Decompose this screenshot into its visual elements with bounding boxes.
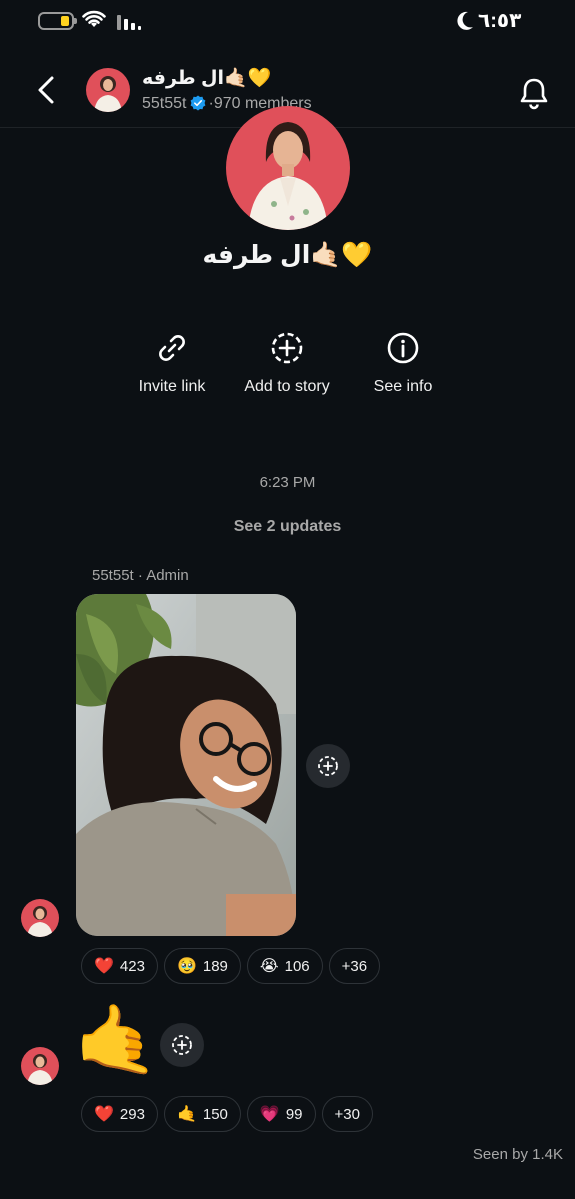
more-reactions-pill[interactable]: +36: [328, 948, 381, 984]
reaction-pill[interactable]: ❤️ 423: [81, 948, 158, 984]
reaction-count: 150: [202, 1105, 228, 1123]
add-story-icon: [271, 332, 303, 364]
reaction-pill[interactable]: ❤️ 293: [81, 1096, 158, 1132]
heart-icon: ❤️: [94, 1106, 114, 1123]
wifi-icon: [82, 10, 106, 27]
link-icon: [159, 335, 185, 361]
reaction-count: +30: [334, 1105, 360, 1123]
bell-icon[interactable]: [514, 74, 554, 114]
back-chevron-icon[interactable]: [30, 72, 66, 108]
share-to-story-button[interactable]: [160, 1023, 204, 1067]
signal-icon: [117, 15, 141, 30]
sender-label: 55t55t · Admin: [92, 567, 189, 584]
channel-name: ال طرفه🤙🏻💛: [202, 241, 373, 269]
channel-handle: 55t55t: [142, 95, 187, 112]
reaction-pill[interactable]: 🤙 150: [163, 1096, 241, 1132]
see-info-button[interactable]: See info: [338, 330, 468, 396]
invite-link-button[interactable]: Invite link: [107, 330, 237, 396]
info-icon: [387, 332, 419, 364]
reaction-count: 99: [285, 1105, 303, 1123]
more-reactions-pill[interactable]: +30: [321, 1096, 373, 1132]
share-to-story-button[interactable]: [306, 744, 350, 788]
add-to-story-button[interactable]: Add to story: [222, 330, 352, 396]
holding-tears-icon: 🥹: [176, 958, 197, 975]
reaction-count: 106: [284, 957, 310, 975]
emoji-message[interactable]: 🤙: [74, 1006, 159, 1074]
sender-avatar[interactable]: [21, 1047, 59, 1085]
status-time: ٦:٥٣: [478, 10, 522, 32]
add-story-icon: [172, 1035, 192, 1055]
reaction-bar: ❤️ 293 🤙 150 💗 99 +30: [81, 1096, 373, 1132]
reaction-count: 293: [119, 1105, 145, 1123]
reaction-pill[interactable]: 🥹 189: [163, 948, 241, 984]
see-updates-link[interactable]: See 2 updates: [0, 518, 575, 536]
battery-icon: [38, 12, 77, 30]
verified-badge-icon: [191, 95, 206, 111]
reaction-pill[interactable]: 😭 106: [246, 948, 323, 984]
invite-link-label: Invite link: [138, 378, 206, 395]
reaction-count: 423: [119, 957, 145, 975]
add-story-icon: [318, 756, 338, 776]
pink-heart-icon: 💗: [259, 1106, 280, 1123]
reaction-count: 189: [202, 957, 228, 975]
call-me-hand-icon: 🤙: [176, 1106, 197, 1123]
crying-icon: 😭: [259, 958, 279, 975]
photo-message[interactable]: [76, 594, 296, 936]
header-title[interactable]: ال طرفه🤙🏻💛: [142, 66, 271, 90]
heart-icon: ❤️: [94, 958, 114, 975]
message-timestamp: 6:23 PM: [259, 474, 316, 491]
seen-by-count[interactable]: Seen by 1.4K: [473, 1146, 563, 1163]
status-bar: ٦:٥٣: [0, 0, 575, 44]
reaction-bar: ❤️ 423 🥹 189 😭 106 +36: [81, 948, 381, 984]
reaction-count: +36: [341, 957, 368, 975]
moon-icon: [457, 11, 473, 30]
header-avatar[interactable]: [86, 68, 130, 112]
reaction-pill[interactable]: 💗 99: [246, 1096, 316, 1132]
sender-avatar[interactable]: [21, 899, 59, 937]
add-to-story-label: Add to story: [244, 378, 330, 395]
channel-avatar[interactable]: [226, 106, 350, 230]
see-info-label: See info: [373, 378, 433, 395]
